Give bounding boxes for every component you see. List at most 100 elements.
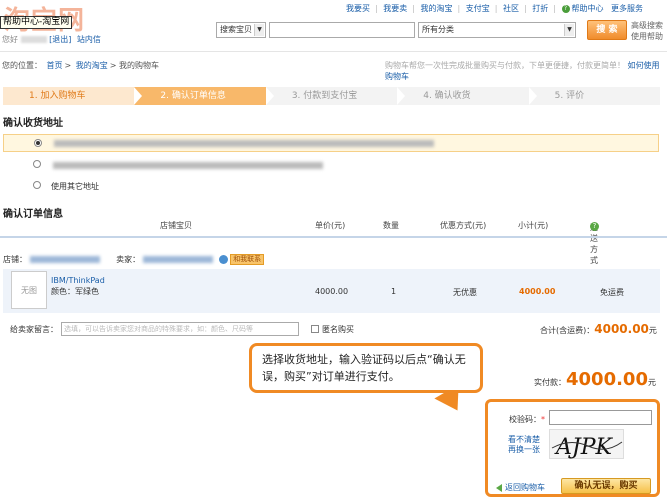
checkout-confirm-panel: 校验码：* 看不清楚 再换一张 AJPK 返回购物车 确认无误，购买 <box>485 399 660 497</box>
greeting: 您好 <box>2 35 18 44</box>
shop-row: 店铺： 卖家： 和我联系 <box>3 254 265 265</box>
shop-name-redacted[interactable] <box>29 256 100 263</box>
radio-address-1[interactable] <box>34 139 42 147</box>
usage-help-link[interactable]: 使用帮助 <box>631 31 663 42</box>
item-discount: 无优惠 <box>453 288 477 297</box>
breadcrumb-prefix: 您的位置： <box>2 61 42 70</box>
search-button[interactable]: 搜 索 <box>587 20 627 40</box>
advanced-search-link[interactable]: 高级搜索 <box>631 20 663 31</box>
step-3: 3. 付款到支付宝 <box>265 87 406 105</box>
col-unit-price: 单价(元) <box>315 221 346 230</box>
seller-name-redacted[interactable] <box>142 256 213 263</box>
anonymous-option[interactable]: 匿名购买 <box>311 324 354 335</box>
address-option-other[interactable]: 使用其它地址 <box>3 177 659 195</box>
search-bar: 搜索宝贝 ▼ 所有分类 ▼ <box>216 20 576 40</box>
nav-community[interactable]: 社区 <box>503 4 519 13</box>
paid-value: 4000.00 <box>566 369 648 390</box>
total-unit: 元 <box>648 326 657 335</box>
paid-unit: 元 <box>647 378 656 387</box>
nav-alipay[interactable]: 支付宝 <box>466 4 490 13</box>
seller-note-input[interactable]: 选填，可以告诉卖家您对商品的特殊要求，如：颜色、尺码等 <box>61 322 299 336</box>
step-4: 4. 确认收货 <box>397 87 538 105</box>
confirm-purchase-button[interactable]: 确认无误，购买 <box>561 478 651 494</box>
breadcrumb-my-taobao[interactable]: 我的淘宝 <box>76 61 108 70</box>
seller-label: 卖家： <box>116 255 141 264</box>
back-arrow-icon <box>496 483 502 492</box>
amount-payable: 实付款：4000.00元 <box>534 369 656 390</box>
divider <box>0 236 667 238</box>
breadcrumb-home[interactable]: 首页 <box>47 61 63 70</box>
address-option-1[interactable] <box>3 134 659 152</box>
back-to-cart-label: 返回购物车 <box>505 483 545 492</box>
category-value: 所有分类 <box>422 25 454 34</box>
item-color: 颜色：军绿色 <box>51 287 99 296</box>
other-address-label: 使用其它地址 <box>51 181 99 191</box>
radio-address-other[interactable] <box>33 181 41 189</box>
divider <box>0 51 667 52</box>
item-thumbnail[interactable]: 无图 <box>11 271 47 309</box>
tooltip: 帮助中心-淘宝网 <box>0 16 73 29</box>
address-option-2[interactable] <box>3 156 659 174</box>
nav-help[interactable]: 帮助中心 <box>572 4 604 13</box>
search-links: 高级搜索 使用帮助 <box>631 20 663 42</box>
step-2: 2. 确认订单信息 <box>134 87 275 105</box>
anonymous-label: 匿名购买 <box>322 324 354 334</box>
step-5: 5. 评价 <box>528 87 667 105</box>
radio-address-2[interactable] <box>33 160 41 168</box>
col-subtotal: 小计(元) <box>518 221 549 230</box>
order-item-row: 无图 IBM/ThinkPad 颜色：军绿色 4000.00 1 无优惠 400… <box>3 269 660 313</box>
item-unit-price: 4000.00 <box>315 287 349 296</box>
contact-seller-button[interactable]: 和我联系 <box>230 254 265 265</box>
paid-label: 实付款： <box>534 378 566 387</box>
breadcrumb-cart: 我的购物车 <box>119 61 160 70</box>
chevron-down-icon: ▼ <box>254 24 264 36</box>
col-qty: 数量 <box>383 221 399 230</box>
item-info: IBM/ThinkPad 颜色：军绿色 <box>51 275 105 297</box>
item-qty: 1 <box>391 287 397 296</box>
messages-link[interactable]: 站内信 <box>77 35 101 44</box>
nav-discount[interactable]: 打折 <box>532 4 548 13</box>
address-redacted <box>53 161 323 169</box>
address-redacted <box>54 139 434 147</box>
nav-my-taobao[interactable]: 我的淘宝 <box>421 4 453 13</box>
captcha-text: AJPK <box>554 435 614 460</box>
item-subtotal: 4000.00 <box>519 287 556 296</box>
note-row: 给卖家留言： 选填，可以告诉卖家您对商品的特殊要求，如：颜色、尺码等 匿名购买 <box>10 322 354 336</box>
back-to-cart-link[interactable]: 返回购物车 <box>496 482 545 493</box>
order-total: 合计(含运费)：4000.00元 <box>540 322 657 336</box>
category-select[interactable]: 所有分类 ▼ <box>418 22 576 38</box>
logout-link[interactable]: [退出] <box>49 35 71 44</box>
cart-tip: 购物车帮您一次性完成批量购买与付款，下单更便捷，付款更简单！ 如何使用购物车 <box>385 60 667 82</box>
chevron-down-icon: ▼ <box>564 24 574 36</box>
shop-label: 店铺： <box>3 255 27 264</box>
step-1: 1. 加入购物车 <box>3 87 143 105</box>
item-name-link[interactable]: IBM/ThinkPad <box>51 275 105 286</box>
search-scope-select[interactable]: 搜索宝贝 ▼ <box>216 22 266 38</box>
total-label: 合计(含运费)： <box>540 326 595 335</box>
search-scope-value: 搜索宝贝 <box>220 25 252 34</box>
anonymous-checkbox[interactable] <box>311 325 319 333</box>
top-nav: 我要买 | 我要卖 | 我的淘宝 | 支付宝 | 社区 | 打折 | ? 帮助中心 更多服务 <box>346 4 644 13</box>
captcha-refresh-link[interactable]: 看不清楚 再换一张 <box>508 435 540 455</box>
help-icon: ? <box>561 4 570 13</box>
captcha-image: AJPK <box>549 429 624 460</box>
item-shipping: 免运费 <box>600 288 624 297</box>
col-shop-item: 店铺宝贝 <box>160 221 192 230</box>
nav-sell[interactable]: 我要卖 <box>383 4 407 13</box>
total-value: 4000.00 <box>594 322 649 336</box>
question-icon[interactable]: ? <box>590 222 599 231</box>
user-status: 您好 [退出] 站内信 <box>2 34 101 45</box>
search-input[interactable] <box>269 22 415 38</box>
col-discount: 优惠方式(元) <box>440 221 487 230</box>
address-title: 确认收货地址 <box>3 118 63 129</box>
username-redacted <box>20 36 47 43</box>
chat-icon[interactable] <box>219 255 229 264</box>
order-progress: 1. 加入购物车 2. 确认订单信息 3. 付款到支付宝 4. 确认收货 5. … <box>3 87 667 105</box>
order-table-header: 店铺宝贝 单价(元) 数量 优惠方式(元) 小计(元) 运送方式 ? <box>160 221 599 265</box>
captcha-label: 校验码：* <box>509 415 545 424</box>
note-label: 给卖家留言： <box>10 324 58 334</box>
captcha-input[interactable] <box>549 410 652 425</box>
nav-more[interactable]: 更多服务 <box>611 4 643 13</box>
nav-buy[interactable]: 我要买 <box>346 4 370 13</box>
cart-tip-text: 购物车帮您一次性完成批量购买与付款，下单更便捷，付款更简单！ <box>385 61 625 70</box>
